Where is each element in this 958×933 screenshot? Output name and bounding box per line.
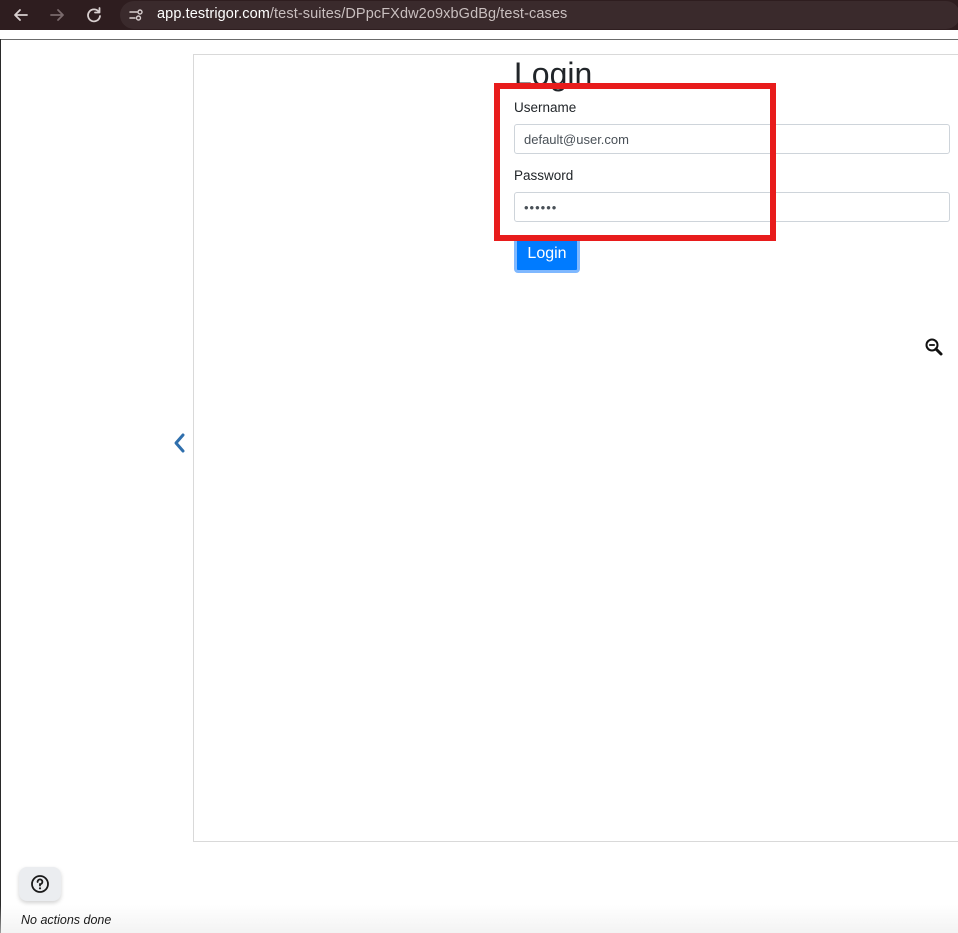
zoom-out-icon[interactable] (924, 337, 944, 357)
address-bar[interactable]: app.testrigor.com/test-suites/DPpcFXdw2o… (120, 1, 958, 29)
help-button[interactable] (19, 867, 61, 901)
left-divider (0, 39, 1, 933)
username-field[interactable] (514, 124, 950, 154)
password-label: Password (514, 168, 574, 183)
login-button[interactable]: Login (514, 235, 580, 273)
forward-arrow-icon[interactable] (46, 4, 68, 26)
site-settings-icon[interactable] (128, 7, 144, 23)
status-text: No actions done (21, 913, 112, 927)
password-field[interactable] (514, 192, 950, 222)
preview-frame (193, 54, 958, 842)
chevron-left-icon[interactable] (170, 432, 190, 454)
url-text: app.testrigor.com/test-suites/DPpcFXdw2o… (157, 6, 567, 22)
help-circle-icon (31, 875, 49, 893)
url-path: /test-suites/DPpcFXdw2o9xbGdBg/test-case… (269, 6, 568, 22)
reload-icon[interactable] (83, 4, 105, 26)
page-top-strip (0, 30, 958, 40)
back-arrow-icon[interactable] (10, 4, 32, 26)
login-title: Login (514, 56, 593, 92)
url-host: app.testrigor.com (157, 6, 270, 22)
browser-toolbar: app.testrigor.com/test-suites/DPpcFXdw2o… (0, 0, 958, 30)
bottom-shade (0, 905, 958, 933)
username-label: Username (514, 100, 577, 115)
